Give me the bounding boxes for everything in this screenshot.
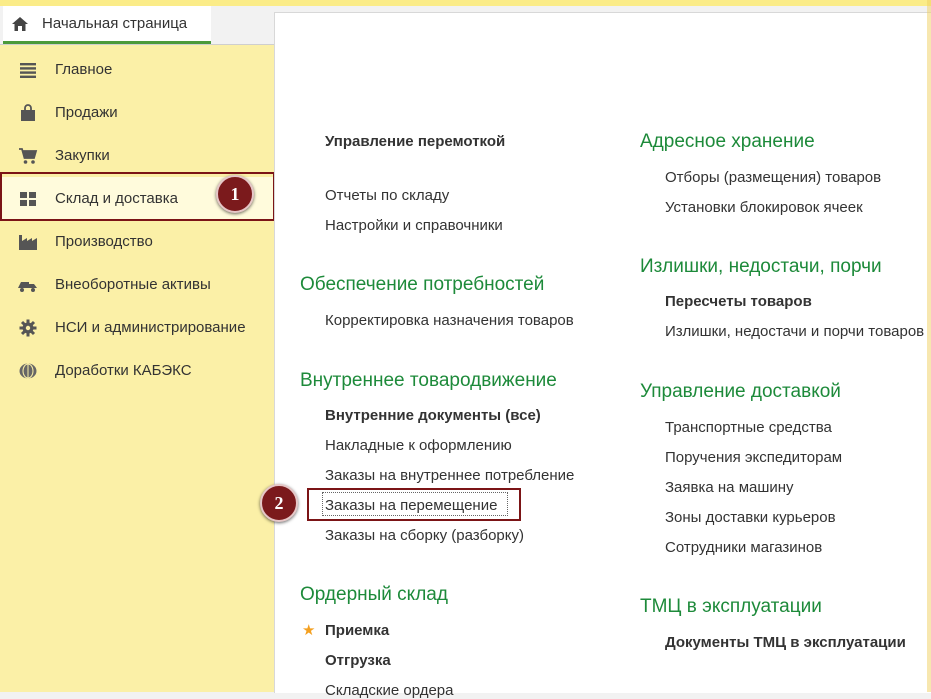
- link-picking-placement[interactable]: Отборы (размещения) товаров: [665, 169, 881, 186]
- link-courier-zones[interactable]: Зоны доставки курьеров: [665, 509, 836, 526]
- link-internal-documents[interactable]: Внутренние документы (все): [325, 407, 541, 424]
- tab-home[interactable]: Начальная страница: [3, 6, 211, 44]
- sidebar-item-admin[interactable]: НСИ и администрирование: [0, 306, 274, 349]
- link-transfer-orders[interactable]: Заказы на перемещение: [325, 497, 497, 514]
- link-warehouse-reports[interactable]: Отчеты по складу: [325, 187, 449, 204]
- link-shipping[interactable]: Отгрузка: [325, 652, 391, 669]
- link-vehicles[interactable]: Транспортные средства: [665, 419, 832, 436]
- sidebar-item-label: Главное: [55, 61, 113, 78]
- menu-lines-icon: [16, 60, 40, 80]
- link-invoices-to-process[interactable]: Накладные к оформлению: [325, 437, 512, 454]
- link-tmc-documents[interactable]: Документы ТМЦ в эксплуатации: [665, 634, 906, 651]
- sidebar-item-extensions[interactable]: Доработки КАБЭКС: [0, 349, 274, 392]
- sidebar-item-sales[interactable]: Продажи: [0, 91, 274, 134]
- truck-icon: [16, 275, 40, 295]
- gear-icon: [16, 318, 40, 338]
- sidebar-item-label: Продажи: [55, 104, 118, 121]
- link-forwarder-assignments[interactable]: Поручения экспедиторам: [665, 449, 842, 466]
- group-title-tmc: ТМЦ в эксплуатации: [640, 596, 822, 617]
- link-internal-consumption-orders[interactable]: Заказы на внутреннее потребление: [325, 467, 574, 484]
- star-icon[interactable]: ★: [302, 621, 315, 639]
- tab-home-label: Начальная страница: [42, 15, 188, 32]
- extension-icon: [16, 361, 40, 381]
- right-edge: [927, 0, 931, 692]
- sidebar-item-fixed-assets[interactable]: Внеоборотные активы: [0, 263, 274, 306]
- sidebar-item-label: Внеоборотные активы: [55, 276, 211, 293]
- group-title-needs: Обеспечение потребностей: [300, 274, 545, 295]
- link-store-staff[interactable]: Сотрудники магазинов: [665, 539, 822, 556]
- shopping-bag-icon: [16, 103, 40, 123]
- sidebar-item-label: Закупки: [55, 147, 110, 164]
- sidebar-item-purchases[interactable]: Закупки: [0, 134, 274, 177]
- link-warehouse-orders[interactable]: Складские ордера: [325, 682, 453, 699]
- sidebar-item-main[interactable]: Главное: [0, 48, 274, 91]
- group-title-address-storage: Адресное хранение: [640, 131, 815, 152]
- group-title-delivery: Управление доставкой: [640, 381, 841, 402]
- sidebar-item-label: Доработки КАБЭКС: [55, 362, 192, 379]
- link-cell-locks[interactable]: Установки блокировок ячеек: [665, 199, 863, 216]
- step-badge-1: 1: [216, 175, 254, 213]
- group-title-surplus: Излишки, недостачи, порчи: [640, 256, 882, 277]
- factory-icon: [16, 232, 40, 252]
- link-settings-references[interactable]: Настройки и справочники: [325, 217, 503, 234]
- group-title-internal-movement: Внутреннее товародвижение: [300, 370, 557, 391]
- step-badge-2: 2: [260, 484, 298, 522]
- link-receiving[interactable]: Приемка: [325, 622, 389, 639]
- link-assembly-orders[interactable]: Заказы на сборку (разборку): [325, 527, 524, 544]
- shopping-cart-icon: [16, 146, 40, 166]
- home-icon: [10, 14, 30, 34]
- sidebar-item-label: Производство: [55, 233, 153, 250]
- link-recounts[interactable]: Пересчеты товаров: [665, 293, 812, 310]
- link-surplus-shortage[interactable]: Излишки, недостачи и порчи товаров: [665, 323, 924, 340]
- link-rewind-management[interactable]: Управление перемоткой: [325, 133, 505, 150]
- sidebar-item-production[interactable]: Производство: [0, 220, 274, 263]
- link-adjust-assignment[interactable]: Корректировка назначения товаров: [325, 312, 574, 329]
- link-vehicle-request[interactable]: Заявка на машину: [665, 479, 794, 496]
- sidebar-item-label: НСИ и администрирование: [55, 319, 246, 336]
- sidebar: Главное Продажи Закупки Склад и доставка…: [0, 45, 274, 692]
- group-title-order-warehouse: Ордерный склад: [300, 584, 448, 605]
